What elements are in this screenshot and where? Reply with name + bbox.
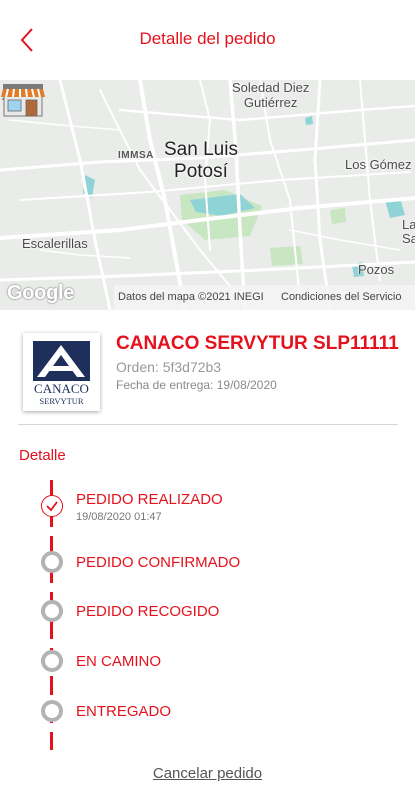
timeline-step-entregado: ENTREGADO — [0, 698, 415, 738]
google-logo: Google — [7, 282, 75, 304]
page-title: Detalle del pedido — [139, 29, 276, 48]
timeline-step-en-camino: EN CAMINO — [0, 648, 415, 688]
map-label-soledad: Soledad Diez Gutiérrez — [232, 80, 310, 110]
logo-text: CANACO — [34, 381, 89, 396]
section-divider — [18, 424, 398, 425]
canaco-logo-icon: CANACO SERVYTUR — [33, 341, 90, 406]
map-data-credit: Datos del mapa ©2021 INEGI — [118, 291, 264, 303]
step-label: ENTREGADO — [76, 703, 172, 720]
order-number: Orden: 5f3d72b3 — [116, 359, 222, 375]
map-label-city: San Luis Potosí — [164, 139, 238, 182]
step-pending-icon — [41, 600, 63, 622]
store-logo: CANACO SERVYTUR — [23, 333, 100, 411]
map-label-los-gomez: Los Gómez — [345, 157, 412, 172]
app-header: Detalle del pedido — [0, 0, 415, 80]
logo-subtext: SERVYTUR — [39, 396, 84, 406]
store-name: CANACO SERVYTUR SLP11111 — [116, 333, 399, 354]
step-timestamp: 19/08/2020 01:47 — [76, 511, 162, 523]
step-label: PEDIDO RECOGIDO — [76, 603, 220, 620]
timeline-step-pedido-recogido: PEDIDO RECOGIDO — [0, 598, 415, 638]
step-label: PEDIDO CONFIRMADO — [76, 554, 241, 571]
timeline-step-pedido-confirmado: PEDIDO CONFIRMADO — [0, 549, 415, 589]
step-label: PEDIDO REALIZADO — [76, 491, 223, 508]
map-label-pozos: Pozos — [358, 262, 395, 277]
store-card: CANACO SERVYTUR CANACO SERVYTUR SLP11111… — [18, 325, 399, 425]
timeline-step-pedido-realizado: PEDIDO REALIZADO 19/08/2020 01:47 — [0, 486, 415, 526]
step-pending-icon — [41, 700, 63, 722]
map-attribution: Datos del mapa ©2021 INEGI Condiciones d… — [114, 285, 415, 310]
step-label: EN CAMINO — [76, 653, 162, 670]
order-map[interactable]: Soledad Diez Gutiérrez IMMSA San Luis Po… — [0, 80, 415, 310]
map-label-la-sa: La Sa — [402, 217, 415, 246]
map-label-immsa: IMMSA — [118, 150, 154, 161]
map-background — [0, 80, 415, 310]
store-marker-icon[interactable] — [0, 80, 46, 120]
step-pending-icon — [41, 551, 63, 573]
step-check-icon — [41, 495, 63, 517]
map-terms-link[interactable]: Condiciones del Servicio — [281, 285, 401, 310]
cancel-order-link[interactable]: Cancelar pedido — [0, 765, 415, 782]
step-pending-icon — [41, 650, 63, 672]
detail-heading: Detalle — [19, 447, 66, 464]
delivery-date: Fecha de entrega: 19/08/2020 — [116, 378, 277, 392]
map-label-escalerillas: Escalerillas — [22, 236, 88, 251]
